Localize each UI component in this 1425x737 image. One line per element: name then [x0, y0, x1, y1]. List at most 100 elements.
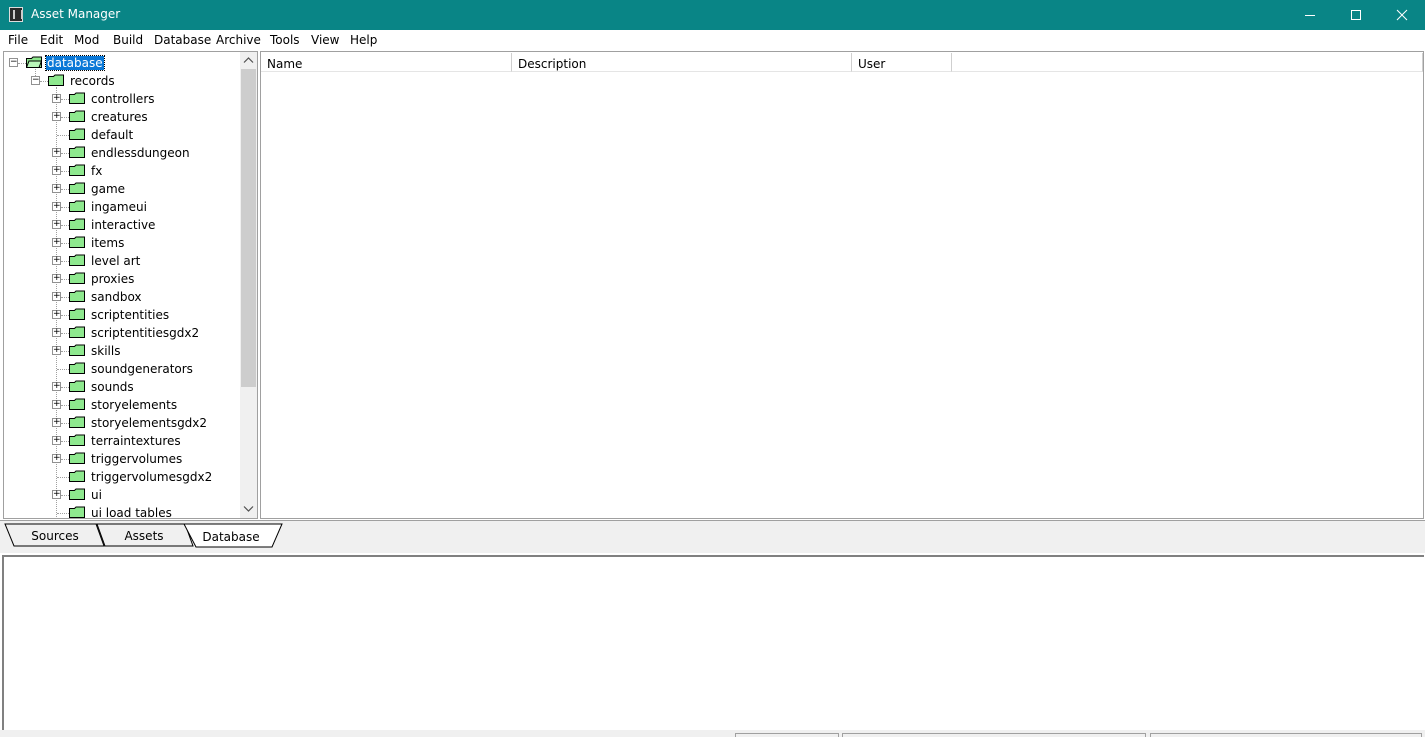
tree-node-storyelements[interactable]: + storyelements	[4, 396, 240, 414]
expand-icon[interactable]: +	[52, 238, 61, 247]
tree-node-proxies[interactable]: + proxies	[4, 270, 240, 288]
tree-node-game[interactable]: + game	[4, 180, 240, 198]
tree-connector	[61, 243, 69, 244]
tree-node-default[interactable]: default	[4, 126, 240, 144]
tree-node-sounds[interactable]: + sounds	[4, 378, 240, 396]
tree-node-records[interactable]: − records	[4, 72, 240, 90]
tree-node-scriptentitiesgdx2[interactable]: + scriptentitiesgdx2	[4, 324, 240, 342]
menu-file[interactable]: File	[8, 33, 28, 47]
expand-icon[interactable]: +	[52, 400, 61, 409]
tree-node-terraintextures[interactable]: + terraintextures	[4, 432, 240, 450]
expand-icon[interactable]: +	[52, 94, 61, 103]
folder-icon	[69, 416, 85, 428]
tab-assets[interactable]: Assets	[100, 524, 188, 546]
expand-icon[interactable]: +	[52, 346, 61, 355]
maximize-icon	[1351, 10, 1361, 20]
column-header-description[interactable]: Description	[512, 53, 852, 72]
expand-icon[interactable]: +	[52, 220, 61, 229]
tree-label-fx: fx	[91, 164, 103, 178]
tree-node-interactive[interactable]: + interactive	[4, 216, 240, 234]
menu-edit[interactable]: Edit	[40, 33, 63, 47]
tree-node-endlessdungeon[interactable]: + endlessdungeon	[4, 144, 240, 162]
menu-tools[interactable]: Tools	[270, 33, 300, 47]
expand-icon[interactable]: +	[52, 436, 61, 445]
folder-icon	[69, 326, 85, 338]
tree-node-database[interactable]: − database	[4, 54, 240, 72]
expand-icon[interactable]: +	[52, 454, 61, 463]
asset-list[interactable]: Name Description User	[260, 51, 1424, 519]
tree-node-controllers[interactable]: + controllers	[4, 90, 240, 108]
tree-node-storyelementsgdx2[interactable]: + storyelementsgdx2	[4, 414, 240, 432]
menu-help[interactable]: Help	[350, 33, 377, 47]
column-header-label: Name	[267, 57, 303, 71]
tree-label-storyelementsgdx2: storyelementsgdx2	[91, 416, 208, 430]
tree-label-endlessdungeon: endlessdungeon	[91, 146, 190, 160]
tree-label-ui: ui	[91, 488, 102, 502]
tree-node-ingameui[interactable]: + ingameui	[4, 198, 240, 216]
app-icon[interactable]	[9, 7, 23, 22]
tree-node-triggervolumes[interactable]: + triggervolumes	[4, 450, 240, 468]
minimize-button[interactable]	[1287, 0, 1333, 30]
tree-node-triggervolumesgdx2[interactable]: triggervolumesgdx2	[4, 468, 240, 486]
expand-icon[interactable]: +	[52, 418, 61, 427]
expand-icon[interactable]: +	[52, 256, 61, 265]
tree-connector	[61, 279, 69, 280]
menu-view[interactable]: View	[311, 33, 339, 47]
tree-node-scriptentities[interactable]: + scriptentities	[4, 306, 240, 324]
scroll-up-icon[interactable]	[243, 55, 254, 66]
tree-node-items[interactable]: + items	[4, 234, 240, 252]
collapse-icon[interactable]: −	[31, 76, 40, 85]
tree-label-items: items	[91, 236, 125, 250]
tree-connector	[61, 153, 69, 154]
collapse-icon[interactable]: −	[9, 58, 18, 67]
tree-node-skills[interactable]: + skills	[4, 342, 240, 360]
scroll-down-icon[interactable]	[243, 503, 254, 514]
tree-connector	[61, 99, 69, 100]
tree-connector	[61, 261, 69, 262]
menu-archive[interactable]: Archive	[216, 33, 261, 47]
tree-node-level-art[interactable]: + level art	[4, 252, 240, 270]
close-button[interactable]	[1379, 0, 1425, 30]
expand-icon[interactable]: +	[52, 490, 61, 499]
tree-label-proxies: proxies	[91, 272, 135, 286]
database-tree[interactable]: − database − records + controllers + creatu…	[3, 51, 258, 519]
tree-node-ui[interactable]: + ui	[4, 486, 240, 504]
expand-icon[interactable]: +	[52, 382, 61, 391]
expand-icon[interactable]: +	[52, 310, 61, 319]
expand-icon[interactable]: +	[52, 328, 61, 337]
expand-icon[interactable]: +	[52, 292, 61, 301]
tree-vertical-scrollbar[interactable]	[240, 52, 257, 518]
tree-label-game: game	[91, 182, 126, 196]
tree-label-triggervolumesgdx2: triggervolumesgdx2	[91, 470, 213, 484]
tree-node-sandbox[interactable]: + sandbox	[4, 288, 240, 306]
menu-database[interactable]: Database	[154, 33, 211, 47]
tree-label-soundgenerators: soundgenerators	[91, 362, 193, 376]
tree-connector	[57, 513, 69, 514]
column-header-user[interactable]: User	[852, 53, 952, 72]
column-header-name[interactable]: Name	[261, 53, 512, 72]
output-pane[interactable]	[2, 555, 1424, 730]
scrollbar-thumb[interactable]	[241, 69, 256, 387]
expand-icon[interactable]: +	[52, 202, 61, 211]
expand-icon[interactable]: +	[52, 274, 61, 283]
tree-connector	[61, 207, 69, 208]
expand-icon[interactable]: +	[52, 148, 61, 157]
tree-node-soundgenerators[interactable]: soundgenerators	[4, 360, 240, 378]
maximize-button[interactable]	[1333, 0, 1379, 30]
tab-sources[interactable]: Sources	[9, 524, 101, 546]
tree-node-creatures[interactable]: + creatures	[4, 108, 240, 126]
expand-icon[interactable]: +	[52, 166, 61, 175]
tab-database[interactable]: Database	[191, 525, 271, 547]
menu-mod[interactable]: Mod	[74, 33, 99, 47]
folder-icon	[69, 506, 85, 518]
folder-icon	[69, 110, 85, 122]
tree-node-fx[interactable]: + fx	[4, 162, 240, 180]
menu-build[interactable]: Build	[113, 33, 143, 47]
expand-icon[interactable]: +	[52, 112, 61, 121]
tab-strip: Sources Assets Database	[0, 520, 1425, 553]
tree-connector	[61, 315, 69, 316]
menu-bar: File Edit Mod Build Database Archive Too…	[0, 30, 1425, 50]
tree-connector	[61, 495, 69, 496]
tree-node-ui-load-tables[interactable]: ui load tables	[4, 504, 240, 518]
expand-icon[interactable]: +	[52, 184, 61, 193]
